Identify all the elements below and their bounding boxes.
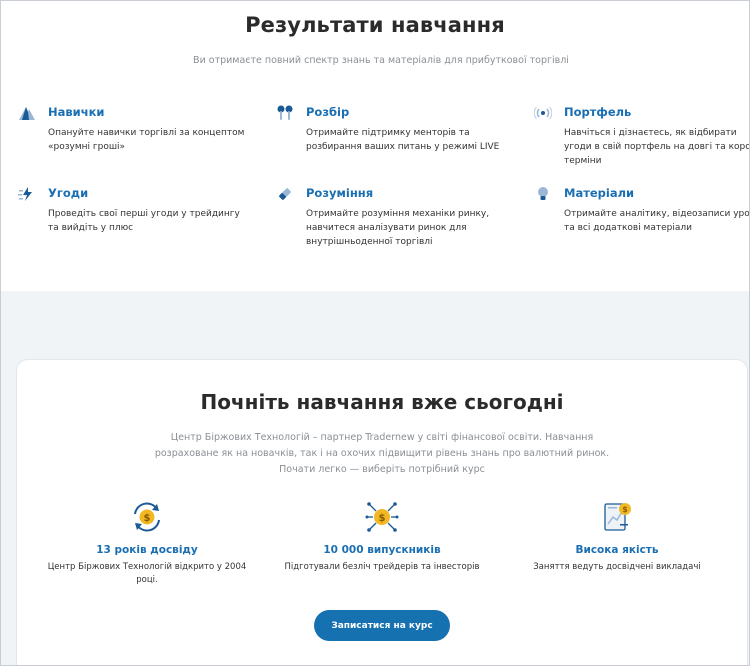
svg-text:$: $ [379,513,386,524]
svg-text:$: $ [622,505,628,514]
feature-title: Навички [48,105,105,119]
enroll-button[interactable]: Записатися на курс [314,610,450,641]
coin-cycle-icon: $ [130,500,164,534]
feature-desc: Опануйте навички торгівлі за концептом «… [48,128,245,152]
cta-title: Почніть навчання вже сьогодні [200,390,564,414]
stat-experience: $ 13 років досвіду Центр Біржових Технол… [37,500,257,587]
stat-desc: Підготували безліч трейдерів та інвестор… [284,562,480,572]
feature-desc: Отримайте розуміння механіки ринку, навч… [306,209,490,247]
feature-desc: Проведіть свої перші угоди у трейдингу т… [48,209,240,233]
chart-document-icon: $ [600,500,634,534]
feature-title: Угоди [48,186,89,200]
mountain-icon [18,104,36,122]
stat-title: 10 000 випускників [323,544,441,556]
svg-text:$: $ [144,513,151,524]
feature-desc: Навчіться і дізнаєтесь, як відбирати уго… [564,128,750,166]
results-title: Результати навчання [245,13,505,37]
lightning-icon [18,185,36,203]
feature-desc: Отримайте аналітику, відеозаписи уроків … [564,209,750,233]
stat-quality: $ Висока якість Заняття ведуть досвідчен… [507,500,727,574]
earbuds-icon [276,104,294,122]
stat-title: 13 років досвіду [96,544,198,556]
coin-network-icon: $ [365,500,399,534]
feature-title: Портфель [564,105,632,119]
stat-desc: Центр Біржових Технологій відкрито у 200… [47,562,247,585]
cta-card: Почніть навчання вже сьогодні Центр Бірж… [16,359,748,665]
results-subtitle: Ви отримаєте повний спектр знань та мате… [193,55,569,66]
stat-graduates: $ 10 000 випускників Підготували безліч … [272,500,492,574]
feature-title: Матеріали [564,186,635,200]
stat-desc: Заняття ведуть досвідчені викладачі [533,562,701,572]
feature-desc: Отримайте підтримку менторів та розбиран… [306,128,500,152]
results-section: Результати навчання Ви отримаєте повний … [1,1,749,291]
feature-title: Розуміння [306,186,374,200]
page-frame: Результати навчання Ви отримаєте повний … [0,0,750,666]
stat-title: Висока якість [575,544,659,556]
feature-title: Розбір [306,105,350,119]
eraser-icon [276,185,294,203]
cta-text: Центр Біржових Технологій – партнер Trad… [154,432,610,475]
lightbulb-icon [534,185,552,203]
broadcast-icon [533,104,553,122]
